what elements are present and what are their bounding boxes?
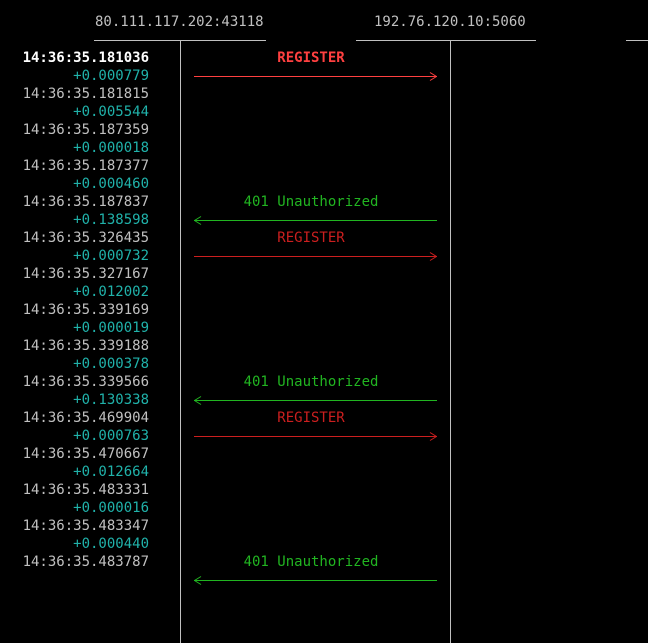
timestamp-delta: +0.000019 (73, 320, 149, 336)
message-label-request[interactable]: REGISTER (181, 49, 441, 67)
timestamp-delta: +0.000460 (73, 176, 149, 192)
timestamp-delta: +0.005544 (73, 104, 149, 120)
message-label-response[interactable]: 401 Unauthorized (181, 373, 441, 391)
timestamp-absolute[interactable]: 14:36:35.483331 (0, 481, 149, 499)
timestamp-delta: +0.138598 (73, 212, 149, 228)
timestamp-absolute[interactable]: 14:36:35.339169 (0, 301, 149, 319)
timestamp-absolute[interactable]: 14:36:35.327167 (0, 265, 149, 283)
timestamp-absolute[interactable]: 14:36:35.483347 (0, 517, 149, 535)
host-left-label: 80.111.117.202:43118 (95, 14, 264, 30)
message-label-response[interactable]: 401 Unauthorized (181, 193, 441, 211)
timestamp-delta: +0.000779 (73, 68, 149, 84)
arrow-right-icon[interactable] (194, 252, 437, 261)
host-right-underline (356, 40, 536, 41)
timestamp-delta: +0.012664 (73, 464, 149, 480)
timestamp-delta: +0.012002 (73, 284, 149, 300)
timestamp-absolute[interactable]: 14:36:35.483787 (0, 553, 149, 571)
timestamp-delta: +0.000763 (73, 428, 149, 444)
timestamp-absolute[interactable]: 14:36:35.469904 (0, 409, 149, 427)
message-label-request[interactable]: REGISTER (181, 229, 441, 247)
timestamp-delta: +0.000378 (73, 356, 149, 372)
timestamp-absolute[interactable]: 14:36:35.470667 (0, 445, 149, 463)
arrow-left-icon[interactable] (194, 576, 437, 585)
timestamp-delta: +0.130338 (73, 392, 149, 408)
timestamp-delta: +0.000016 (73, 500, 149, 516)
message-label-response[interactable]: 401 Unauthorized (181, 553, 441, 571)
timestamp-absolute[interactable]: 14:36:35.181036 (0, 49, 149, 67)
arrow-right-icon[interactable] (194, 432, 437, 441)
timestamp-delta: +0.000018 (73, 140, 149, 156)
arrow-left-icon[interactable] (194, 396, 437, 405)
timestamp-absolute[interactable]: 14:36:35.187837 (0, 193, 149, 211)
arrow-right-icon[interactable] (194, 72, 437, 81)
lifeline-right (450, 40, 451, 643)
host-next-underline (626, 40, 648, 41)
timestamp-delta: +0.000440 (73, 536, 149, 552)
timestamp-absolute[interactable]: 14:36:35.339188 (0, 337, 149, 355)
timestamp-absolute[interactable]: 14:36:35.187359 (0, 121, 149, 139)
timestamp-absolute[interactable]: 14:36:35.326435 (0, 229, 149, 247)
message-label-request[interactable]: REGISTER (181, 409, 441, 427)
timestamp-absolute[interactable]: 14:36:35.187377 (0, 157, 149, 175)
host-right-label: 192.76.120.10:5060 (374, 14, 526, 30)
timestamp-absolute[interactable]: 14:36:35.181815 (0, 85, 149, 103)
timestamp-absolute[interactable]: 14:36:35.339566 (0, 373, 149, 391)
arrow-left-icon[interactable] (194, 216, 437, 225)
timestamp-delta: +0.000732 (73, 248, 149, 264)
